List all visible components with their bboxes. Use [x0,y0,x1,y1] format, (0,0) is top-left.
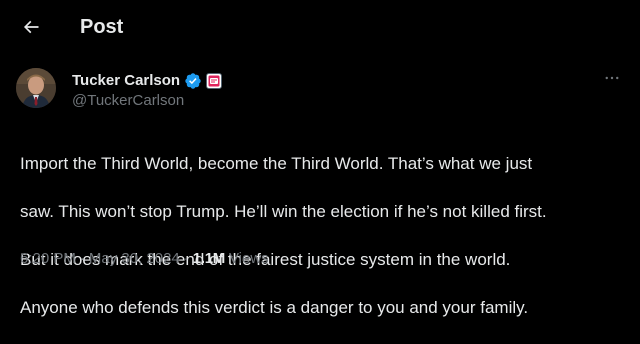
separator-dot: · [183,250,189,267]
author-handle[interactable]: @TuckerCarlson [72,91,184,111]
post-metadata: 6:20 PM · May 30, 2024 · 1.1M Views [20,249,269,269]
post-text-line: saw. This won’t stop Trump. He’ll win th… [20,202,547,221]
more-options-button[interactable] [600,68,624,88]
affiliate-badge-icon[interactable] [206,73,223,89]
post-text-line: Anyone who defends this verdict is a dan… [20,298,529,317]
author-name-line: Tucker Carlson [72,71,223,91]
post-text: Import the Third World, become the Third… [20,128,620,344]
post-author: Tucker Carlson @TuckerCarlson [16,68,624,116]
post-time[interactable]: 6:20 PM [20,249,76,269]
back-button[interactable] [16,12,46,42]
back-arrow-icon [23,20,39,34]
top-bar: Post [0,0,640,53]
views-count: 1.1M [192,250,225,267]
views-label: Views [228,250,269,267]
page-title: Post [80,16,124,38]
avatar[interactable] [16,68,56,108]
verified-badge-icon[interactable] [184,72,202,90]
separator-dot: · [79,250,85,267]
post-text-line: Import the Third World, become the Third… [20,154,533,173]
author-display-name[interactable]: Tucker Carlson [72,71,180,91]
ellipsis-icon [605,76,619,80]
post-date[interactable]: May 30, 2024 [89,249,180,269]
